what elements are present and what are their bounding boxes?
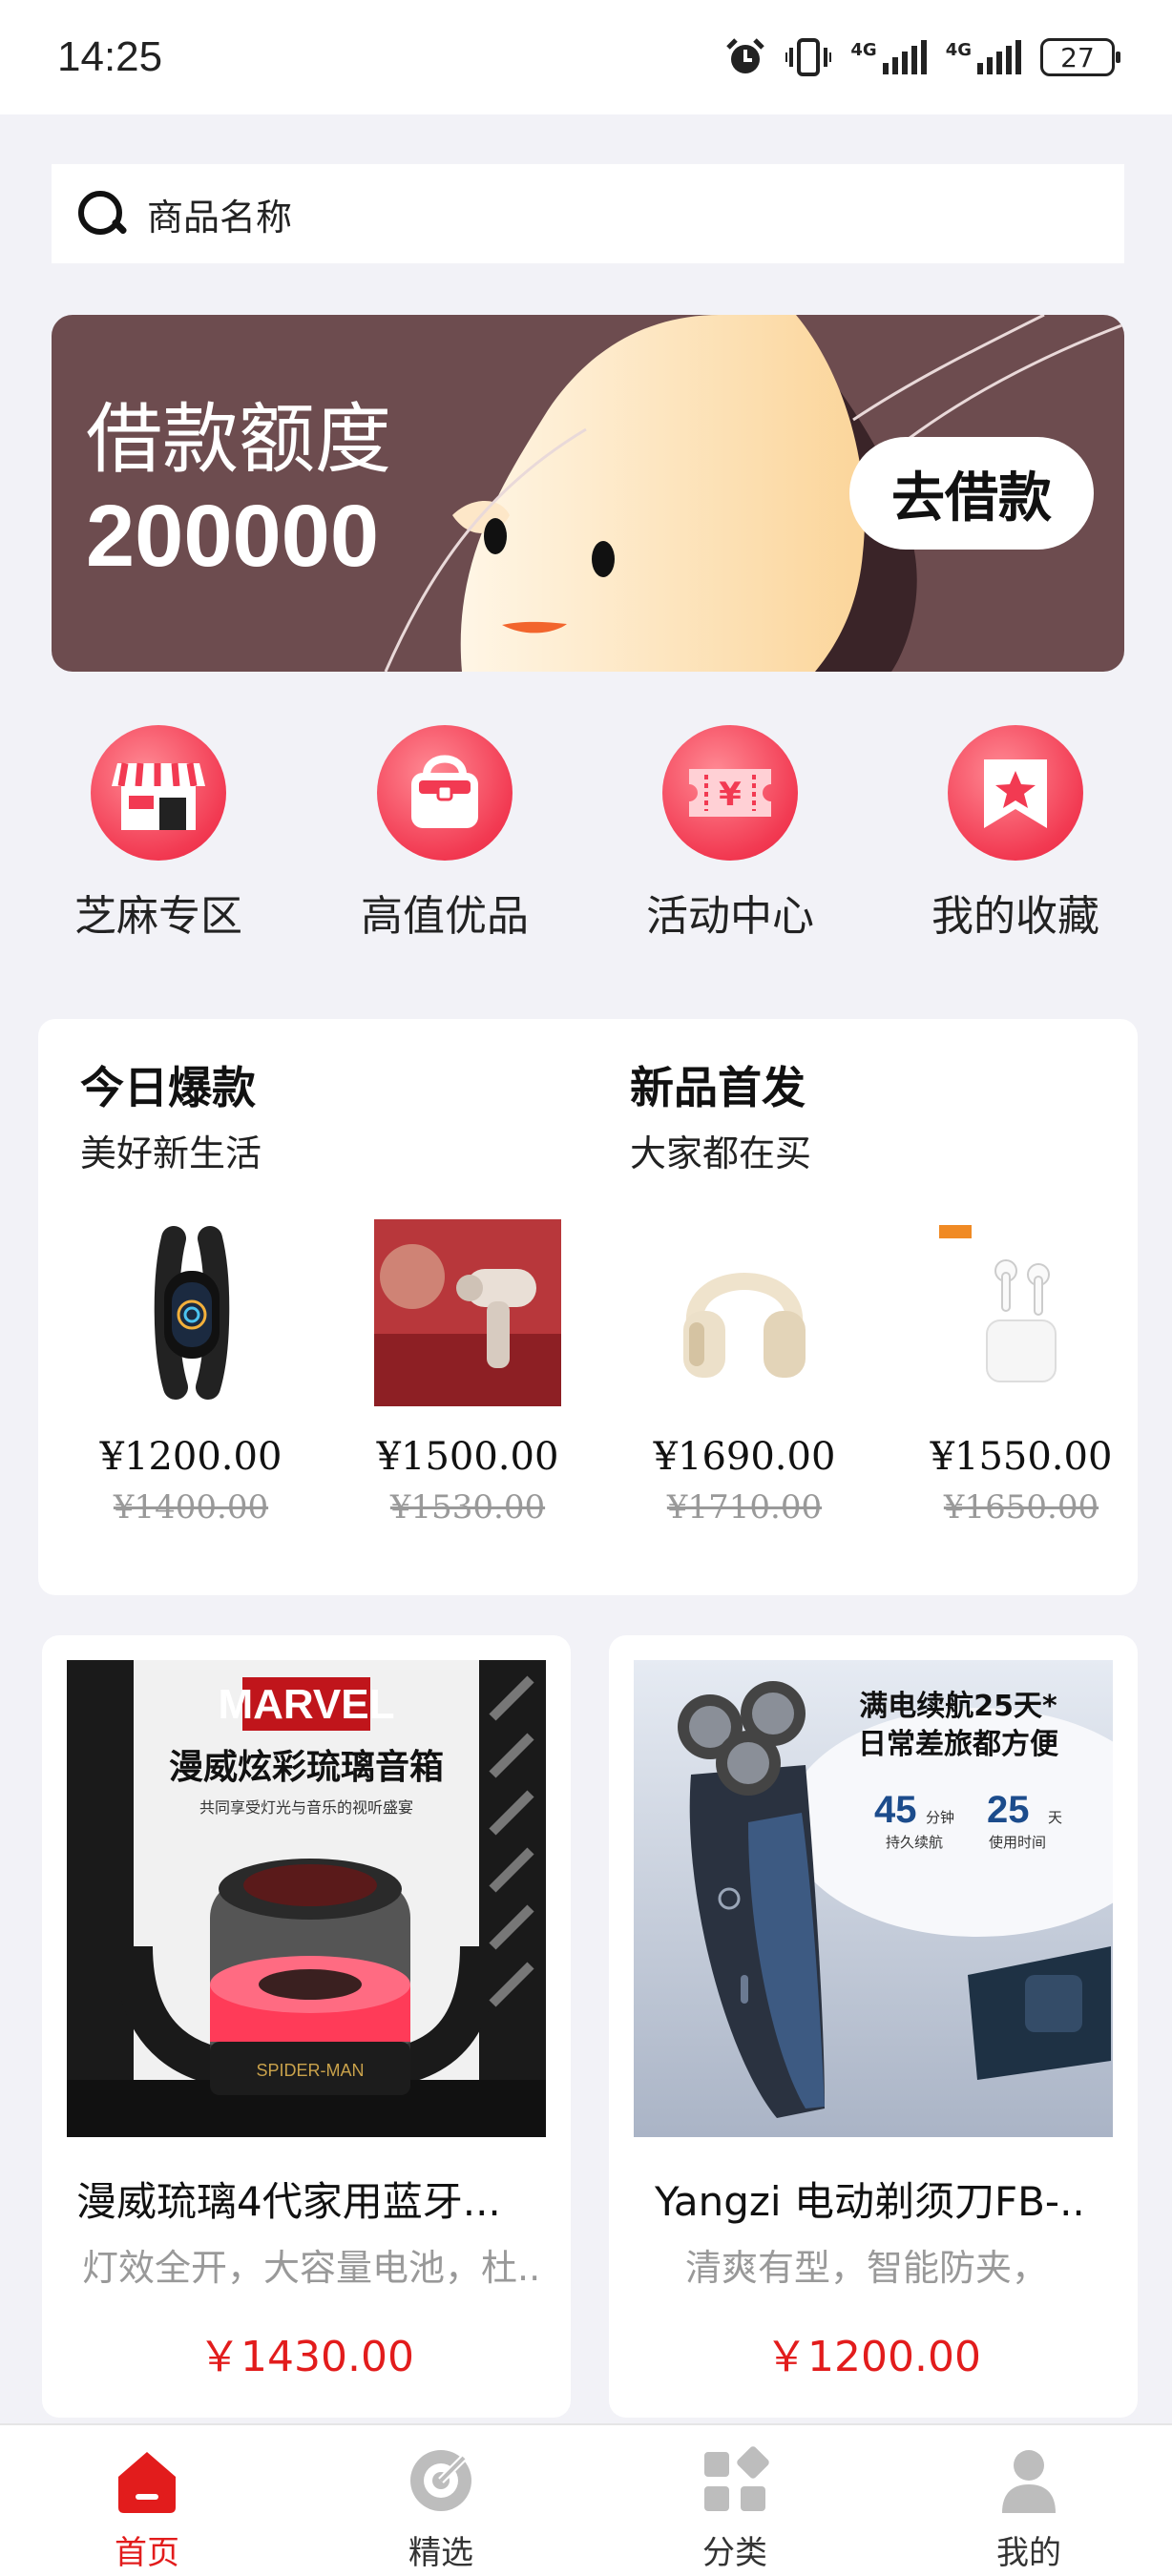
search-input[interactable]: 商品名称	[147, 188, 292, 240]
bottom-tab-bar: 首页 精选 分类 我的	[0, 2423, 1172, 2576]
deal-price: ¥1500.00	[376, 1435, 559, 1479]
new-arrivals-title: 新品首发	[630, 1062, 806, 1113]
quick-nav-label: 我的收藏	[931, 892, 1099, 941]
category-icon	[699, 2444, 771, 2517]
home-icon	[111, 2444, 183, 2517]
deal-old-price: ¥1710.00	[666, 1488, 823, 1527]
bookmark-star-icon	[948, 725, 1083, 861]
bag-icon	[377, 725, 513, 861]
tab-label: 分类	[702, 2534, 767, 2572]
quick-nav-label: 活动中心	[646, 892, 814, 941]
new-arrivals-header[interactable]: 新品首发 大家都在买	[630, 1053, 811, 1176]
headphones-image	[651, 1219, 838, 1406]
hot-deals-header[interactable]: 今日爆款 美好新生活	[80, 1053, 262, 1176]
tab-profile[interactable]: 我的	[933, 2444, 1124, 2573]
shaver-stat-2-label: 使用时间	[989, 1834, 1046, 1851]
product-description: 清爽有型，智能防夹，	[685, 2247, 1049, 2289]
compass-icon	[405, 2444, 477, 2517]
product-name: Yangzi 电动剃须刀FB-..	[655, 2178, 1085, 2225]
quick-nav-item-zhima[interactable]: 芝麻专区	[44, 725, 273, 943]
signal-2-icon: 4G	[946, 40, 1021, 74]
deal-old-price: ¥1650.00	[943, 1488, 1099, 1527]
speaker-image-title: 漫威炫彩琉璃音箱	[169, 1748, 444, 1787]
hot-deals-subtitle: 美好新生活	[80, 1132, 262, 1174]
vibrate-icon	[785, 38, 832, 76]
earbuds-image	[928, 1219, 1115, 1406]
hot-deals-title: 今日爆款	[80, 1062, 256, 1113]
product-price: ￥1430.00	[199, 2333, 414, 2381]
deal-old-price: ¥1400.00	[113, 1488, 269, 1527]
deal-old-price: ¥1530.00	[389, 1488, 546, 1527]
shaver-stat-1-value: 45	[874, 1789, 917, 1831]
deal-price: ¥1200.00	[99, 1435, 283, 1479]
deal-item[interactable]: ¥1550.00 ¥1650.00	[888, 1219, 1155, 1527]
shaver-stat-1-label: 持久续航	[886, 1834, 943, 1851]
shaver-stat-2-unit: 天	[1048, 1809, 1062, 1826]
deal-item[interactable]: ¥1200.00 ¥1400.00	[57, 1219, 324, 1527]
shaver-image-title-1: 满电续航25天*	[859, 1690, 1057, 1723]
battery-level: 27	[1060, 41, 1095, 73]
borrow-button[interactable]: 去借款	[849, 437, 1094, 550]
banner-amount: 200000	[86, 488, 379, 585]
quick-nav: 芝麻专区 高值优品 ¥ 活动中心 我的收藏	[0, 725, 1172, 945]
network-1-label: 4G	[850, 40, 877, 60]
search-icon	[74, 187, 128, 240]
quick-nav-item-activity[interactable]: ¥ 活动中心	[616, 725, 845, 943]
shaver-product-image: 满电续航25天* 日常差旅都方便 45 分钟 持久续航 25 天 使用时间	[634, 1660, 1113, 2137]
spider-man-label: SPIDER-MAN	[256, 2061, 364, 2080]
shaver-stat-2-value: 25	[987, 1789, 1030, 1831]
tab-home[interactable]: 首页	[52, 2444, 242, 2573]
product-description: 灯效全开，大容量电池，杜..	[82, 2247, 541, 2289]
network-2-label: 4G	[945, 40, 972, 60]
search-bar[interactable]: 商品名称	[52, 164, 1124, 263]
speaker-product-image: MARVEL 漫威炫彩琉璃音箱 共同享受灯光与音乐的视听盛宴 SPIDER-MA…	[67, 1660, 546, 2137]
user-icon	[993, 2444, 1065, 2517]
shaver-stat-1-unit: 分钟	[926, 1809, 954, 1826]
deal-item[interactable]: ¥1500.00 ¥1530.00	[334, 1219, 601, 1527]
battery-icon: 27	[1040, 38, 1120, 76]
product-card[interactable]: 满电续航25天* 日常差旅都方便 45 分钟 持久续航 25 天 使用时间 Ya…	[609, 1635, 1138, 2418]
deal-price: ¥1550.00	[930, 1435, 1113, 1479]
deals-card: 今日爆款 美好新生活 新品首发 大家都在买 ¥1200.00 ¥1400.00	[38, 1019, 1138, 1595]
product-card[interactable]: MARVEL 漫威炫彩琉璃音箱 共同享受灯光与音乐的视听盛宴 SPIDER-MA…	[42, 1635, 571, 2418]
smart-band-image	[97, 1219, 284, 1406]
product-name: 漫威琉璃4代家用蓝牙...	[76, 2178, 501, 2225]
quick-nav-item-premium[interactable]: 高值优品	[330, 725, 559, 943]
tab-label: 精选	[408, 2534, 473, 2572]
svg-text:¥: ¥	[719, 776, 742, 814]
status-bar: 14:25 4G 4G 27	[0, 0, 1172, 114]
tab-featured[interactable]: 精选	[345, 2444, 536, 2573]
tab-label: 首页	[115, 2534, 179, 2572]
deal-price: ¥1690.00	[653, 1435, 836, 1479]
product-price: ￥1200.00	[765, 2333, 981, 2381]
marvel-logo-text: MARVEL	[219, 1681, 395, 1728]
loan-banner[interactable]: 借款额度 200000 去借款	[52, 315, 1124, 672]
quick-nav-item-favorites[interactable]: 我的收藏	[901, 725, 1130, 943]
banner-title: 借款额度	[86, 397, 391, 482]
store-icon	[91, 725, 226, 861]
status-icons: 4G 4G 27	[724, 36, 1120, 78]
quick-nav-label: 芝麻专区	[74, 892, 242, 941]
alarm-icon	[726, 38, 765, 73]
deal-item[interactable]: ¥1690.00 ¥1710.00	[611, 1219, 878, 1527]
tab-label: 我的	[996, 2534, 1061, 2572]
tab-category[interactable]: 分类	[639, 2444, 830, 2573]
shaver-image-title-2: 日常差旅都方便	[858, 1728, 1059, 1761]
ticket-icon: ¥	[662, 725, 798, 861]
massage-gun-image	[374, 1219, 561, 1406]
quick-nav-label: 高值优品	[361, 892, 529, 941]
speaker-image-subtitle: 共同享受灯光与音乐的视听盛宴	[199, 1798, 413, 1817]
status-time: 14:25	[57, 33, 163, 80]
new-arrivals-subtitle: 大家都在买	[630, 1132, 812, 1174]
signal-1-icon: 4G	[850, 40, 927, 74]
